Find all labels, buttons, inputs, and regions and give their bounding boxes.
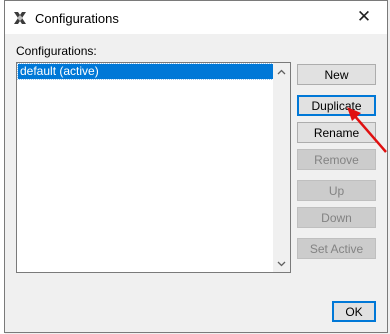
- title-bar: Configurations ✕: [5, 1, 387, 34]
- configurations-label: Configurations:: [16, 44, 97, 58]
- close-icon[interactable]: ✕: [341, 1, 387, 33]
- rename-button[interactable]: Rename: [297, 122, 376, 143]
- netbeans-logo-icon: [14, 12, 26, 24]
- remove-button[interactable]: Remove: [297, 149, 376, 170]
- window-title: Configurations: [35, 11, 119, 26]
- ok-button[interactable]: OK: [332, 301, 376, 322]
- set-active-button[interactable]: Set Active: [297, 238, 376, 259]
- configurations-list[interactable]: default (active): [16, 62, 291, 273]
- down-button[interactable]: Down: [297, 207, 376, 228]
- configurations-dialog: Configurations ✕ Configurations: default…: [4, 0, 388, 333]
- up-button[interactable]: Up: [297, 180, 376, 201]
- duplicate-button[interactable]: Duplicate: [297, 95, 376, 116]
- new-button[interactable]: New: [297, 64, 376, 85]
- vertical-scrollbar[interactable]: [273, 63, 290, 272]
- chevron-down-icon[interactable]: [273, 255, 290, 272]
- list-item[interactable]: default (active): [17, 63, 274, 80]
- chevron-up-icon[interactable]: [273, 63, 290, 80]
